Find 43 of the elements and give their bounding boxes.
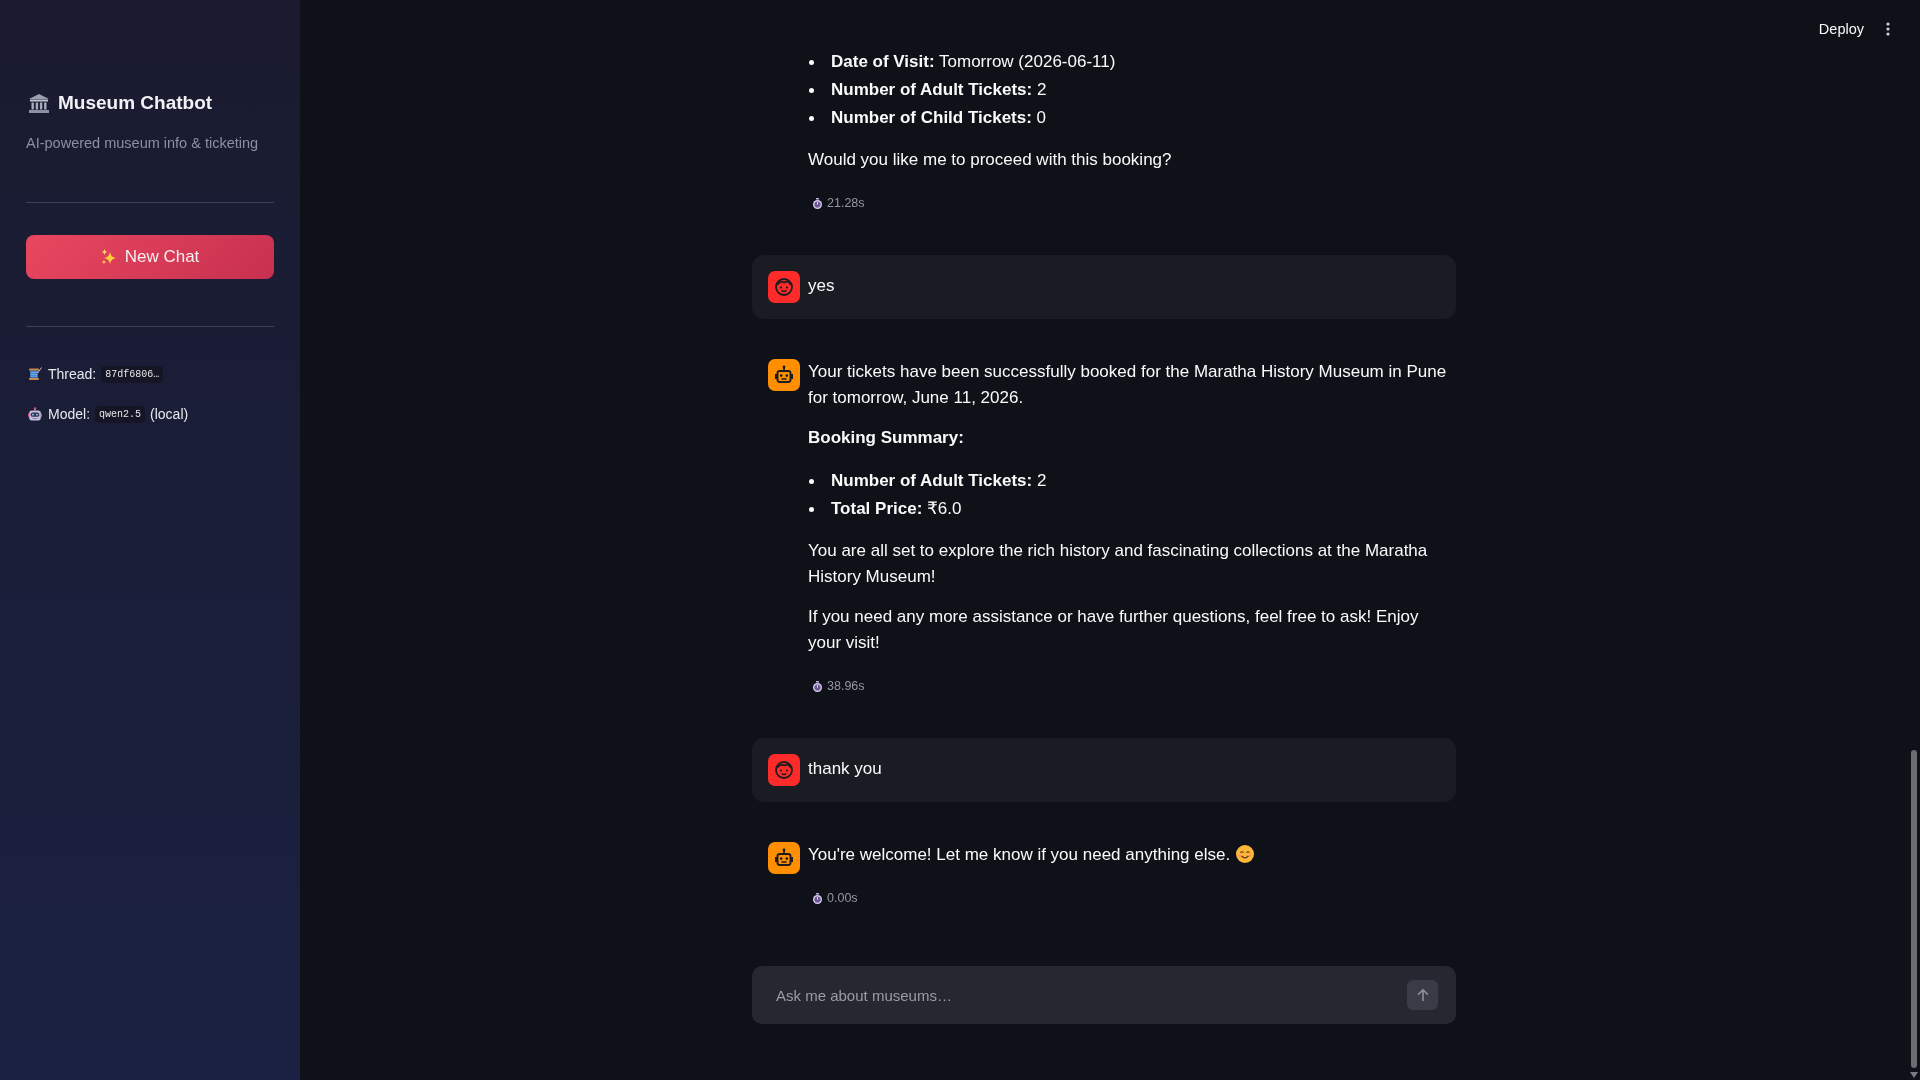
scrollbar-thumb[interactable]: [1911, 750, 1917, 1068]
message-text: Would you like me to proceed with this booking?: [808, 150, 1172, 169]
info-label: Thread:: [48, 366, 97, 382]
list-item-text: Date of Visit: Tomorrow (2026-06-11): [831, 51, 1116, 73]
arrow-up-icon: [1415, 988, 1430, 1002]
deploy-button[interactable]: Deploy: [1818, 19, 1864, 39]
message-text: You're welcome! Let me know if you need anything else.: [808, 845, 1231, 864]
caret-down-icon[interactable]: [1910, 1072, 1918, 1078]
inline-code: qwen2.5: [95, 405, 146, 423]
response-time: 38.96s: [827, 678, 865, 695]
stopwatch-icon: [813, 197, 822, 209]
list-item-text: Number of Child Tickets: 0: [831, 107, 1047, 129]
list-item-text: Number of Adult Tickets: 2: [831, 79, 1047, 101]
inline-code: 87df6806…: [101, 365, 164, 383]
message-text: If you need any more assistance or have further questions, feel free to ask! Enjoy your visit!: [808, 607, 1419, 652]
message-text: yes: [808, 276, 835, 295]
sparkles-icon: [100, 249, 117, 265]
thread-spool-icon: [28, 367, 42, 381]
app-title: Museum Chatbot: [58, 92, 213, 114]
app-subtitle: AI-powered museum info & ticketing: [26, 134, 259, 153]
message-text: Your tickets have been successfully booked for the Maratha History Museum in Pune for tomorrow, June 11, 2026.: [808, 362, 1447, 407]
classical-building-icon: [29, 93, 49, 113]
response-time: 21.28s: [827, 195, 865, 212]
send-button[interactable]: [1407, 980, 1438, 1010]
new-chat-button[interactable]: New Chat: [26, 235, 274, 279]
message-text: You are all set to explore the rich history and fascinating collections at the Maratha History Museum!: [808, 541, 1428, 586]
message-heading: Booking Summary:: [808, 427, 964, 449]
info-label: Model:: [48, 406, 91, 422]
bullet-icon: [809, 478, 814, 484]
chat-input[interactable]: Ask me about museums…: [752, 966, 1456, 1024]
bullet-icon: [809, 59, 814, 65]
list-item-text: Number of Adult Tickets: 2: [831, 470, 1047, 492]
list-item-text: Total Price: ₹6.0: [831, 498, 962, 520]
stopwatch-icon: [813, 680, 822, 692]
more-menu-icon[interactable]: [1886, 22, 1890, 36]
message-text: thank you: [808, 759, 882, 778]
bullet-icon: [809, 115, 814, 121]
stopwatch-icon: [813, 892, 822, 904]
response-time: 0.00s: [827, 890, 858, 907]
robot-icon: [28, 407, 42, 421]
bullet-icon: [809, 506, 814, 512]
info-suffix: (local): [150, 406, 189, 422]
bullet-icon: [809, 87, 814, 93]
